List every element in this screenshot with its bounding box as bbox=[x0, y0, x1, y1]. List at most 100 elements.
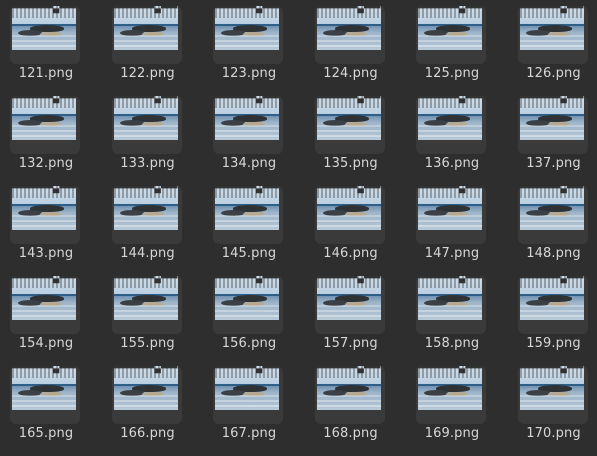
image-thumbnail-icon bbox=[12, 6, 76, 50]
file-item[interactable]: 168.png bbox=[305, 360, 397, 450]
image-thumbnail-icon bbox=[113, 186, 178, 230]
file-thumbnail-frame bbox=[111, 96, 182, 154]
image-thumbnail-icon bbox=[113, 366, 178, 410]
file-item[interactable]: 123.png bbox=[203, 0, 295, 90]
file-name-label: 132.png bbox=[18, 156, 74, 171]
file-item[interactable]: 165.png bbox=[0, 360, 92, 450]
image-thumbnail-icon bbox=[519, 186, 584, 230]
image-thumbnail-icon bbox=[519, 276, 584, 320]
file-item[interactable]: 159.png bbox=[508, 270, 597, 360]
file-thumbnail-frame bbox=[213, 366, 283, 424]
file-name-label: 170.png bbox=[526, 426, 581, 441]
file-name-label: 165.png bbox=[18, 426, 74, 441]
file-name-label: 134.png bbox=[221, 156, 277, 171]
file-thumbnail-frame bbox=[111, 276, 182, 334]
file-name-label: 125.png bbox=[424, 66, 480, 81]
image-thumbnail-icon bbox=[215, 186, 279, 230]
image-thumbnail-icon bbox=[418, 186, 482, 230]
file-item[interactable]: 122.png bbox=[102, 0, 194, 90]
file-item[interactable]: 170.png bbox=[508, 360, 597, 450]
file-item[interactable]: 135.png bbox=[305, 90, 397, 180]
file-thumbnail-frame bbox=[213, 6, 283, 64]
file-item[interactable]: 132.png bbox=[0, 90, 92, 180]
image-thumbnail-icon bbox=[418, 6, 482, 50]
image-thumbnail-icon bbox=[215, 6, 279, 50]
image-thumbnail-icon bbox=[113, 6, 178, 50]
image-thumbnail-icon bbox=[418, 366, 482, 410]
file-thumbnail-frame bbox=[10, 6, 80, 64]
file-name-label: 136.png bbox=[424, 156, 480, 171]
file-name-label: 144.png bbox=[120, 246, 175, 261]
file-thumbnail-frame bbox=[517, 186, 588, 244]
file-name-label: 123.png bbox=[221, 66, 277, 81]
file-item[interactable]: 124.png bbox=[305, 0, 397, 90]
file-item[interactable]: 154.png bbox=[0, 270, 92, 360]
image-thumbnail-icon bbox=[113, 96, 178, 140]
file-name-label: 154.png bbox=[18, 336, 74, 351]
file-item[interactable]: 143.png bbox=[0, 180, 92, 270]
file-item[interactable]: 169.png bbox=[406, 360, 498, 450]
image-thumbnail-icon bbox=[215, 96, 279, 140]
file-item[interactable]: 145.png bbox=[203, 180, 295, 270]
file-grid: 121.png 122.png 123.png 124.png 125.png 126.p… bbox=[0, 0, 597, 456]
file-thumbnail-frame bbox=[517, 366, 588, 424]
file-item[interactable]: 146.png bbox=[305, 180, 397, 270]
file-item[interactable]: 126.png bbox=[508, 0, 597, 90]
image-thumbnail-icon bbox=[519, 96, 584, 140]
file-thumbnail-frame bbox=[517, 6, 588, 64]
file-thumbnail-frame bbox=[314, 186, 385, 244]
file-item[interactable]: 125.png bbox=[406, 0, 498, 90]
file-item[interactable]: 167.png bbox=[203, 360, 295, 450]
file-name-label: 166.png bbox=[120, 426, 175, 441]
file-item[interactable]: 158.png bbox=[406, 270, 498, 360]
file-item[interactable]: 121.png bbox=[0, 0, 92, 90]
file-thumbnail-frame bbox=[517, 96, 588, 154]
image-thumbnail-icon bbox=[12, 276, 76, 320]
file-name-label: 156.png bbox=[221, 336, 277, 351]
file-name-label: 124.png bbox=[323, 66, 378, 81]
file-thumbnail-frame bbox=[416, 96, 486, 154]
file-thumbnail-frame bbox=[416, 6, 486, 64]
file-name-label: 122.png bbox=[120, 66, 175, 81]
file-item[interactable]: 148.png bbox=[508, 180, 597, 270]
file-thumbnail-frame bbox=[314, 6, 385, 64]
file-name-label: 167.png bbox=[221, 426, 277, 441]
file-name-label: 133.png bbox=[120, 156, 175, 171]
file-name-label: 168.png bbox=[323, 426, 378, 441]
file-item[interactable]: 166.png bbox=[102, 360, 194, 450]
file-item[interactable]: 156.png bbox=[203, 270, 295, 360]
image-thumbnail-icon bbox=[113, 276, 178, 320]
file-item[interactable]: 136.png bbox=[406, 90, 498, 180]
file-name-label: 148.png bbox=[526, 246, 581, 261]
image-thumbnail-icon bbox=[519, 366, 584, 410]
file-name-label: 143.png bbox=[18, 246, 74, 261]
file-thumbnail-frame bbox=[416, 186, 486, 244]
file-thumbnail-frame bbox=[416, 366, 486, 424]
file-thumbnail-frame bbox=[213, 276, 283, 334]
file-name-label: 135.png bbox=[323, 156, 378, 171]
image-thumbnail-icon bbox=[12, 186, 76, 230]
image-thumbnail-icon bbox=[12, 96, 76, 140]
image-thumbnail-icon bbox=[418, 276, 482, 320]
file-item[interactable]: 133.png bbox=[102, 90, 194, 180]
file-name-label: 159.png bbox=[526, 336, 581, 351]
image-thumbnail-icon bbox=[316, 276, 381, 320]
image-thumbnail-icon bbox=[519, 6, 584, 50]
file-item[interactable]: 155.png bbox=[102, 270, 194, 360]
file-thumbnail-frame bbox=[10, 186, 80, 244]
file-name-label: 121.png bbox=[18, 66, 74, 81]
file-thumbnail-frame bbox=[314, 96, 385, 154]
file-item[interactable]: 144.png bbox=[102, 180, 194, 270]
file-item[interactable]: 157.png bbox=[305, 270, 397, 360]
file-name-label: 126.png bbox=[526, 66, 581, 81]
file-name-label: 155.png bbox=[120, 336, 175, 351]
file-thumbnail-frame bbox=[111, 186, 182, 244]
file-thumbnail-frame bbox=[10, 96, 80, 154]
image-thumbnail-icon bbox=[316, 366, 381, 410]
file-item[interactable]: 137.png bbox=[508, 90, 597, 180]
file-thumbnail-frame bbox=[213, 96, 283, 154]
file-item[interactable]: 147.png bbox=[406, 180, 498, 270]
file-name-label: 146.png bbox=[323, 246, 378, 261]
file-thumbnail-frame bbox=[10, 366, 80, 424]
file-item[interactable]: 134.png bbox=[203, 90, 295, 180]
